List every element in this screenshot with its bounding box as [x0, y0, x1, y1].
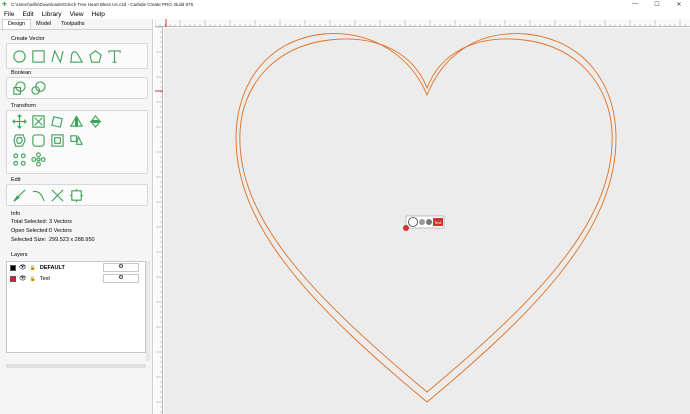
- array-grid-icon[interactable]: [11, 151, 27, 167]
- canvas-svg[interactable]: Text: [164, 28, 690, 414]
- selected-size-row: Selected Size: 299.523 x 288.950: [0, 236, 153, 245]
- transform-section: Transform: [0, 103, 153, 174]
- tab-bar: Design Model Toolpaths: [0, 19, 152, 30]
- layer-name: DEFAULT: [39, 264, 65, 271]
- layers-vertical-scrollbar[interactable]: [146, 261, 150, 361]
- window-title: C:\Users\wills\Downloads\Grinch Tree Hea…: [11, 2, 194, 7]
- create-vector-tools: [6, 43, 148, 69]
- curve-tool-icon[interactable]: [68, 48, 84, 64]
- transform-tools: [6, 110, 148, 174]
- layers-label: Layers: [11, 252, 28, 258]
- boolean-section: Boolean: [0, 70, 153, 99]
- layer-settings-button[interactable]: ⚙: [103, 274, 139, 283]
- total-selected-label: Total Selected:: [11, 219, 48, 225]
- left-panel: Design Model Toolpaths Create Vector Boo…: [0, 19, 153, 414]
- info-section: Info Total Selected: 3 Vectors Open Sele…: [0, 211, 153, 245]
- scale-icon[interactable]: [30, 113, 46, 129]
- trim-icon[interactable]: [49, 187, 65, 203]
- polygon-tool-icon[interactable]: [87, 48, 103, 64]
- eye-icon[interactable]: 👁: [19, 264, 27, 271]
- design-canvas[interactable]: Text: [164, 28, 690, 414]
- menu-bar: File Edit Library View Help: [0, 9, 690, 19]
- selected-size-label: Selected Size:: [11, 237, 47, 243]
- layer-color-swatch[interactable]: [10, 264, 16, 271]
- vertical-ruler-ticks: [155, 26, 163, 413]
- node-edit-icon[interactable]: [11, 187, 27, 203]
- info-label: Info: [11, 211, 21, 217]
- rectangle-tool-icon[interactable]: [30, 48, 46, 64]
- move-icon[interactable]: [11, 113, 27, 129]
- tab-toolpaths[interactable]: Toolpaths: [56, 20, 90, 29]
- fillet-icon[interactable]: [30, 132, 46, 148]
- array-circular-icon[interactable]: [30, 151, 46, 167]
- lock-icon[interactable]: 🔒: [30, 265, 36, 271]
- total-selected-row: Total Selected: 3 Vectors: [0, 218, 153, 227]
- vertical-ruler: [155, 26, 163, 414]
- menu-file[interactable]: File: [0, 11, 18, 18]
- join-icon[interactable]: [68, 187, 84, 203]
- total-selected-value: 3 Vectors: [49, 219, 72, 225]
- layers-list: 👁 🔒 DEFAULT ⚙ 👁 🔒 Text ⚙: [6, 261, 146, 353]
- window-controls: — ☐ ✕: [624, 1, 690, 8]
- text-tool-icon[interactable]: [106, 48, 122, 64]
- boolean-union-icon[interactable]: [11, 80, 27, 96]
- create-vector-section: Create Vector: [0, 36, 153, 69]
- layer-settings-button[interactable]: ⚙: [103, 263, 139, 272]
- maximize-button[interactable]: ☐: [646, 1, 668, 8]
- layer-color-swatch[interactable]: [10, 275, 16, 282]
- title-bar: ✚ C:\Users\wills\Downloads\Grinch Tree H…: [0, 0, 690, 9]
- tab-model[interactable]: Model: [31, 20, 56, 29]
- curve-edit-icon[interactable]: [30, 187, 46, 203]
- horizontal-ruler: [154, 19, 690, 27]
- close-button[interactable]: ✕: [668, 1, 690, 8]
- mirror-icon[interactable]: [68, 113, 84, 129]
- boolean-label: Boolean: [11, 70, 32, 76]
- create-vector-label: Create Vector: [11, 36, 45, 42]
- flip-icon[interactable]: [87, 113, 103, 129]
- horizontal-ruler-ticks: [154, 19, 686, 27]
- text-vector-selection[interactable]: Text: [403, 215, 445, 231]
- rotate-icon[interactable]: [49, 113, 65, 129]
- edit-label: Edit: [11, 177, 21, 183]
- layer-name: Text: [39, 275, 50, 282]
- layers-horizontal-scrollbar[interactable]: [6, 364, 146, 368]
- app-icon: ✚: [2, 1, 8, 8]
- menu-view[interactable]: View: [66, 11, 88, 18]
- layer-row-default[interactable]: 👁 🔒 DEFAULT ⚙: [7, 262, 145, 273]
- offset-icon[interactable]: [11, 132, 27, 148]
- boolean-tools: [6, 77, 148, 99]
- align-center-icon[interactable]: [49, 132, 65, 148]
- lock-icon[interactable]: 🔒: [30, 276, 36, 282]
- tab-design[interactable]: Design: [2, 19, 32, 29]
- selected-size-value: 299.523 x 288.950: [49, 237, 95, 243]
- edit-section: Edit: [0, 177, 153, 206]
- open-selected-row: Open Selected: 0 Vectors: [0, 227, 153, 236]
- menu-library[interactable]: Library: [38, 11, 66, 18]
- open-selected-value: 0 Vectors: [49, 228, 72, 234]
- align-icon[interactable]: [68, 132, 84, 148]
- minimize-button[interactable]: —: [624, 1, 646, 8]
- boolean-subtract-icon[interactable]: [30, 80, 46, 96]
- menu-help[interactable]: Help: [88, 11, 109, 18]
- open-selected-label: Open Selected:: [11, 228, 49, 234]
- text-vector-label: Text: [434, 220, 442, 225]
- edit-tools: [6, 184, 148, 206]
- layers-section: Layers: [0, 252, 153, 259]
- circle-tool-icon[interactable]: [11, 48, 27, 64]
- transform-label: Transform: [11, 103, 36, 109]
- layer-row-text[interactable]: 👁 🔒 Text ⚙: [7, 273, 145, 284]
- eye-icon[interactable]: 👁: [19, 275, 27, 282]
- menu-edit[interactable]: Edit: [18, 11, 37, 18]
- polyline-tool-icon[interactable]: [49, 48, 65, 64]
